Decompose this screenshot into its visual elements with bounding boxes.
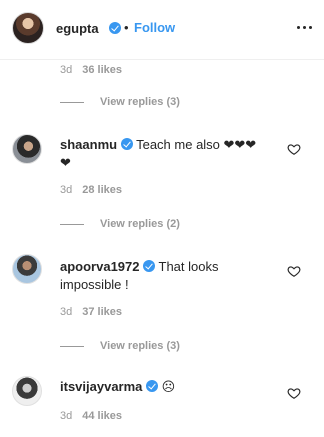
replies-divider	[60, 345, 84, 347]
replies-divider	[60, 101, 84, 103]
avatar[interactable]	[12, 134, 42, 164]
separator-dot: •	[124, 20, 129, 35]
comment-meta: 3d 36 likes	[60, 64, 122, 76]
view-replies-label: View replies (2)	[100, 218, 180, 230]
comment-body-continued: impossible !	[60, 277, 129, 292]
verified-badge-icon	[146, 380, 159, 392]
comment-meta: 3d 28 likes	[60, 184, 122, 196]
verified-badge-icon	[109, 22, 121, 34]
avatar[interactable]	[12, 12, 44, 44]
comment-text: apoorva1972 That looks impossible !	[60, 258, 280, 294]
view-replies-button[interactable]: View replies (2)	[60, 218, 180, 230]
comment-body: ☹	[161, 379, 176, 394]
comment-meta: 3d 37 likes	[60, 306, 122, 318]
comment-body: That looks	[158, 259, 219, 274]
comment-username[interactable]: apoorva1972	[60, 259, 140, 274]
comment-username[interactable]: itsvijayvarma	[60, 379, 142, 394]
comment-likes[interactable]: 44 likes	[82, 410, 122, 422]
comment-body-continued: ❤︎	[60, 155, 71, 170]
comment-text: shaanmu Teach me also ❤︎❤︎❤︎ ❤︎	[60, 136, 280, 172]
comment-meta: 3d 44 likes	[60, 410, 122, 422]
like-heart-icon[interactable]	[287, 142, 301, 156]
more-options-icon[interactable]	[294, 22, 314, 34]
comment-text: itsvijayvarma ☹	[60, 378, 280, 396]
comment-body: Teach me also ❤︎❤︎❤︎	[136, 137, 257, 152]
view-replies-label: View replies (3)	[100, 96, 180, 108]
comment-time: 3d	[60, 410, 73, 422]
comment-likes[interactable]: 37 likes	[82, 306, 122, 318]
comment-likes[interactable]: 36 likes	[82, 64, 122, 76]
view-replies-label: View replies (3)	[100, 340, 180, 352]
comment-time: 3d	[60, 64, 73, 76]
follow-button[interactable]: Follow	[134, 20, 175, 35]
view-replies-button[interactable]: View replies (3)	[60, 340, 180, 352]
post-author-username[interactable]: egupta	[56, 21, 99, 36]
view-replies-button[interactable]: View replies (3)	[60, 96, 180, 108]
comment-likes[interactable]: 28 likes	[82, 184, 122, 196]
like-heart-icon[interactable]	[287, 386, 301, 400]
comment-time: 3d	[60, 184, 73, 196]
replies-divider	[60, 223, 84, 225]
avatar[interactable]	[12, 254, 42, 284]
verified-badge-icon	[120, 138, 133, 150]
comment-username[interactable]: shaanmu	[60, 137, 117, 152]
verified-badge-icon	[143, 260, 156, 272]
comment-time: 3d	[60, 306, 73, 318]
avatar[interactable]	[12, 376, 42, 406]
like-heart-icon[interactable]	[287, 264, 301, 278]
post-header: egupta • Follow	[0, 0, 324, 60]
